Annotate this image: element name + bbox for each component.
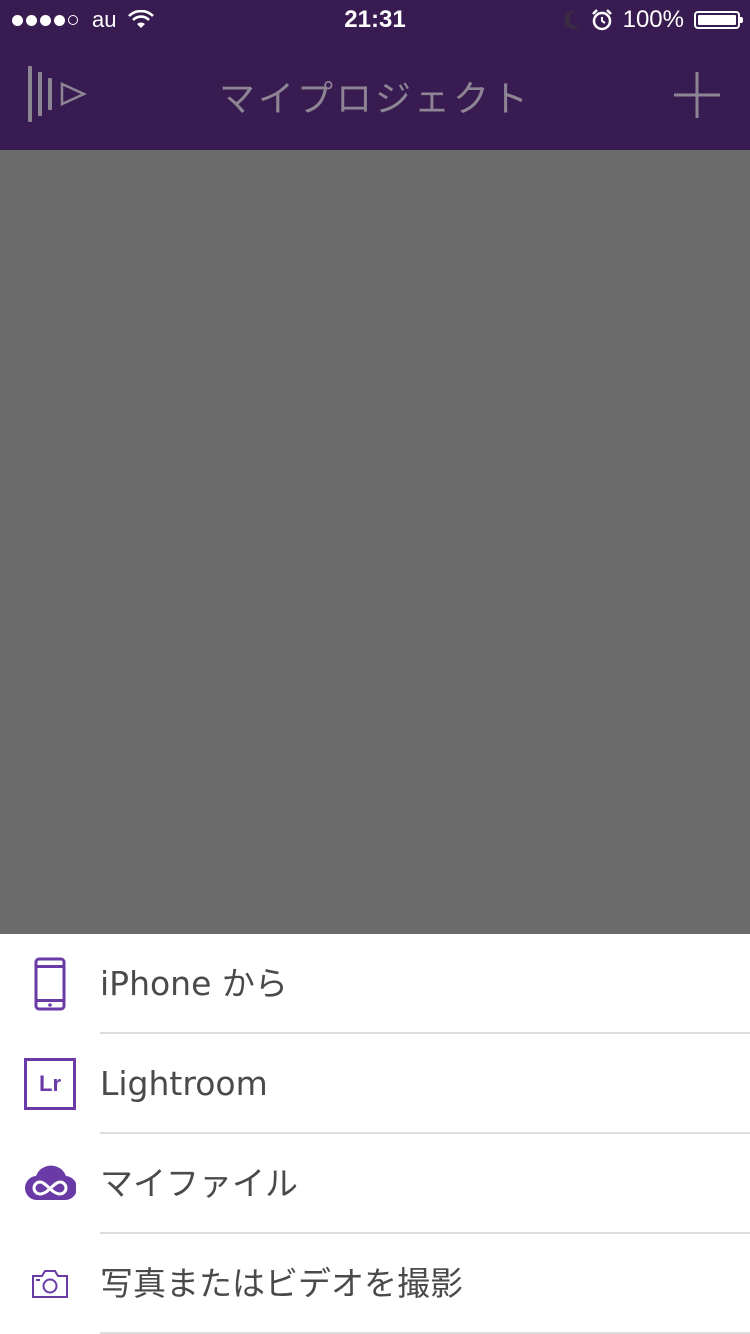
moon-icon xyxy=(564,10,580,29)
sheet-item-lightroom[interactable]: Lr Lightroom xyxy=(0,1034,750,1134)
alarm-icon xyxy=(591,9,612,31)
sheet-item-camera[interactable]: 写真またはビデオを撮影 xyxy=(0,1234,750,1334)
phone-icon xyxy=(22,956,78,1012)
import-action-sheet: iPhone から Lr Lightroom マイファイル 写真またはビデオを撮… xyxy=(0,934,750,1334)
page-title: マイプロジェクト xyxy=(218,79,531,120)
sheet-item-label: Lightroom xyxy=(100,1064,268,1103)
sheet-item-label: マイファイル xyxy=(100,1164,298,1203)
sheet-item-my-files[interactable]: マイファイル xyxy=(0,1134,750,1234)
lightroom-icon-text: Lr xyxy=(24,1058,76,1110)
lightroom-icon: Lr xyxy=(22,1056,78,1112)
sheet-item-iphone[interactable]: iPhone から xyxy=(0,934,750,1034)
plus-icon[interactable] xyxy=(674,72,720,118)
status-bar: au 21:31 100% xyxy=(0,0,750,40)
battery-percent: 100% xyxy=(622,6,684,33)
navigation-bar: マイプロジェクト xyxy=(0,40,750,150)
camera-icon xyxy=(22,1256,78,1312)
creative-cloud-icon xyxy=(22,1156,78,1212)
sheet-item-label: 写真またはビデオを撮影 xyxy=(100,1264,463,1303)
dimmed-overlay[interactable] xyxy=(0,150,750,934)
battery-icon xyxy=(694,11,743,29)
sheet-item-label: iPhone から xyxy=(100,964,288,1003)
status-right: 100% xyxy=(563,6,743,34)
